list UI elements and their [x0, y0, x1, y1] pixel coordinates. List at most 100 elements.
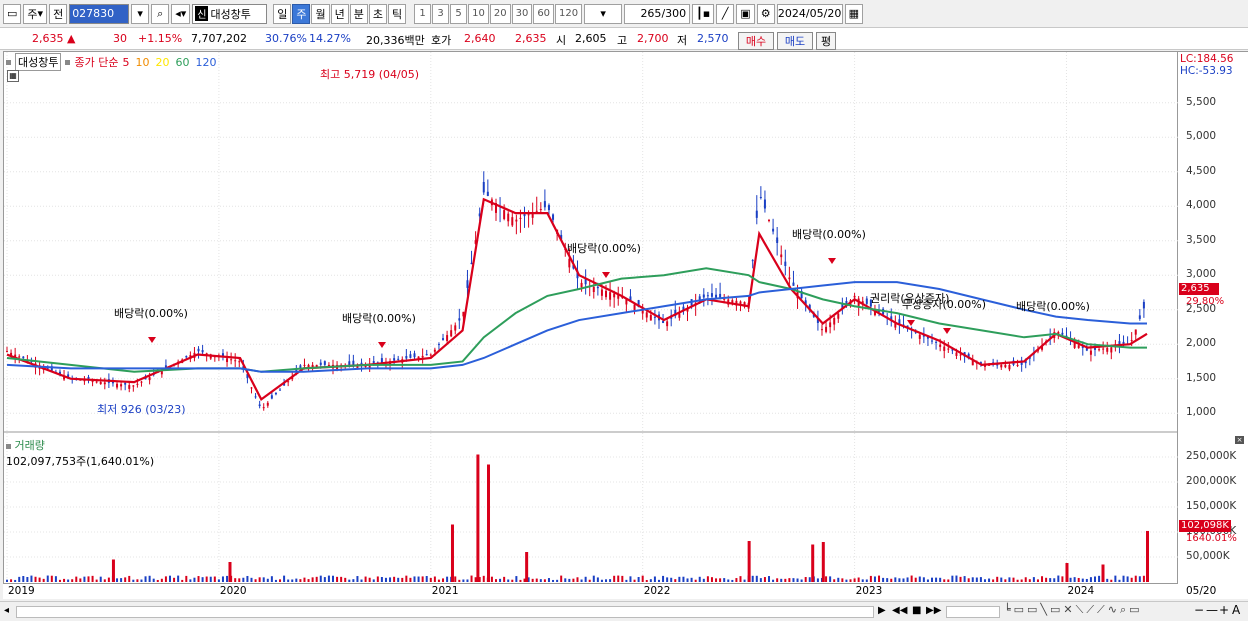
gear-icon[interactable]: ⚙	[756, 3, 775, 24]
event-marker-icon	[602, 272, 610, 278]
ma-period-5[interactable]: 5	[122, 56, 129, 69]
candle-body	[279, 389, 282, 391]
candle-body	[22, 356, 25, 359]
count-field[interactable]: 265/300	[624, 3, 691, 24]
layout-icon[interactable]: ▭	[3, 3, 22, 24]
scroll-left-icon[interactable]: ◂	[4, 605, 9, 616]
volume-bar	[861, 579, 864, 582]
candle-body	[678, 313, 681, 318]
volume-bar	[1036, 579, 1039, 582]
play-icon[interactable]: ▶	[878, 605, 886, 616]
code-dropdown-icon[interactable]: ▾	[131, 3, 150, 24]
ma-label[interactable]: 종가 단순	[74, 54, 118, 70]
trend-tool-icon[interactable]: ╱	[716, 3, 735, 24]
search-icon[interactable]: ⌕	[151, 3, 170, 24]
volume-bar	[763, 577, 766, 582]
stock-code-input[interactable]: 027830	[69, 3, 130, 24]
volume-bar	[926, 579, 929, 582]
period-tab-2[interactable]: 월	[311, 3, 330, 24]
zoom-out-icon[interactable]: −	[1194, 603, 1204, 617]
volume-bar	[759, 578, 762, 582]
save-icon[interactable]: ▣	[736, 3, 755, 24]
sell-button[interactable]: 매도	[777, 32, 813, 50]
candle-body	[939, 344, 942, 347]
calendar-icon[interactable]: ▦	[844, 3, 864, 24]
volume-bar	[128, 575, 131, 582]
volume-bar	[1020, 579, 1023, 582]
ma-period-60[interactable]: 60	[175, 56, 189, 69]
buy-button[interactable]: 매수	[738, 32, 774, 50]
candle-body	[768, 220, 771, 221]
chart-area[interactable]: 최고 5,719 (04/05) 최저 926 (03/23) 배당락(0.00%)…	[3, 51, 1179, 600]
volume-bar	[181, 579, 184, 582]
stop-icon[interactable]: ■	[912, 605, 921, 616]
candle-body	[955, 352, 958, 356]
minus-icon[interactable]: —	[1206, 603, 1218, 617]
speaker-icon[interactable]: ◂▾	[171, 3, 191, 24]
stock-name-box[interactable]: 신 대성창투	[192, 3, 268, 24]
candle-body	[254, 396, 257, 398]
price-volume-chart[interactable]: 최고 5,719 (04/05) 최저 926 (03/23) 배당락(0.00%)…	[4, 52, 1179, 600]
drawing-tools-icon[interactable]: ╘▭▭╲▭✕⟍⟋⟋∿⌕▭	[1004, 603, 1143, 617]
volume-bar	[772, 579, 775, 582]
event-marker-icon	[828, 258, 836, 264]
forward-icon[interactable]: ▶▶	[926, 605, 941, 616]
volume-title[interactable]: 거래량	[15, 439, 45, 452]
ma-period-120[interactable]: 120	[195, 56, 216, 69]
prev-button[interactable]: 전	[49, 3, 68, 24]
candle-body	[1089, 350, 1092, 355]
eval-button[interactable]: 평	[816, 32, 836, 50]
volume-bar	[971, 577, 974, 582]
volume-tick-label: 250,000K	[1186, 450, 1237, 462]
candle-body	[837, 313, 840, 319]
legend-stock-name[interactable]: 대성창투	[15, 53, 62, 71]
candle-body	[450, 330, 453, 337]
period-dropdown[interactable]: 주 ▾	[23, 3, 48, 24]
interval-tab-3[interactable]: 10	[468, 3, 489, 24]
rewind-icon[interactable]: ◀◀	[892, 605, 907, 616]
period-tab-5[interactable]: 초	[368, 3, 387, 24]
interval-dropdown[interactable]: ▾	[584, 3, 623, 24]
volume-bar	[22, 576, 25, 582]
interval-tab-0[interactable]: 1	[414, 3, 432, 24]
interval-tab-1[interactable]: 3	[432, 3, 450, 24]
period-tab-3[interactable]: 년	[330, 3, 349, 24]
volume-bar	[279, 579, 282, 582]
range-slider[interactable]	[946, 606, 1000, 618]
ma-period-20[interactable]: 20	[155, 56, 169, 69]
volume-bar	[1118, 579, 1121, 582]
volume-bar	[633, 579, 636, 582]
candle-type-icon[interactable]: ┃▪	[692, 3, 715, 24]
y-tick-label: 4,000	[1186, 199, 1217, 212]
date-field[interactable]: 2024/05/20	[776, 3, 843, 24]
zoom-in-icon[interactable]: +	[1219, 603, 1229, 617]
volume-info: 102,097,753주(1,640.01%)	[6, 455, 155, 468]
volume-bar	[918, 576, 921, 582]
scrollbar-track[interactable]	[16, 606, 874, 618]
interval-tab-7[interactable]: 120	[555, 3, 583, 24]
interval-tab-5[interactable]: 30	[511, 3, 533, 24]
volume-bar	[380, 577, 383, 582]
volume-bar	[539, 579, 542, 582]
period-tab-6[interactable]: 틱	[387, 3, 407, 24]
period-tab-4[interactable]: 분	[349, 3, 368, 24]
volume-bar	[226, 575, 229, 582]
volume-bar	[592, 575, 595, 582]
volume-bar	[71, 579, 74, 582]
period-tab-1[interactable]: 주	[292, 3, 311, 24]
candle-body	[710, 293, 713, 297]
font-size-icon[interactable]: A	[1232, 603, 1240, 617]
period-tab-0[interactable]: 일	[273, 3, 292, 24]
interval-tab-4[interactable]: 20	[489, 3, 511, 24]
volume-bar	[662, 575, 665, 582]
interval-tab-6[interactable]: 60	[533, 3, 555, 24]
candle-body	[120, 384, 123, 387]
candle-body	[234, 360, 237, 362]
ma-period-10[interactable]: 10	[135, 56, 149, 69]
interval-tab-2[interactable]: 5	[450, 3, 468, 24]
candle-body	[1016, 364, 1019, 366]
event-label: 배당락(0.00%)	[1016, 300, 1090, 313]
volume-bar	[99, 576, 102, 582]
close-icon[interactable]: ×	[1235, 436, 1244, 444]
table-icon[interactable]: ▦	[7, 70, 19, 82]
